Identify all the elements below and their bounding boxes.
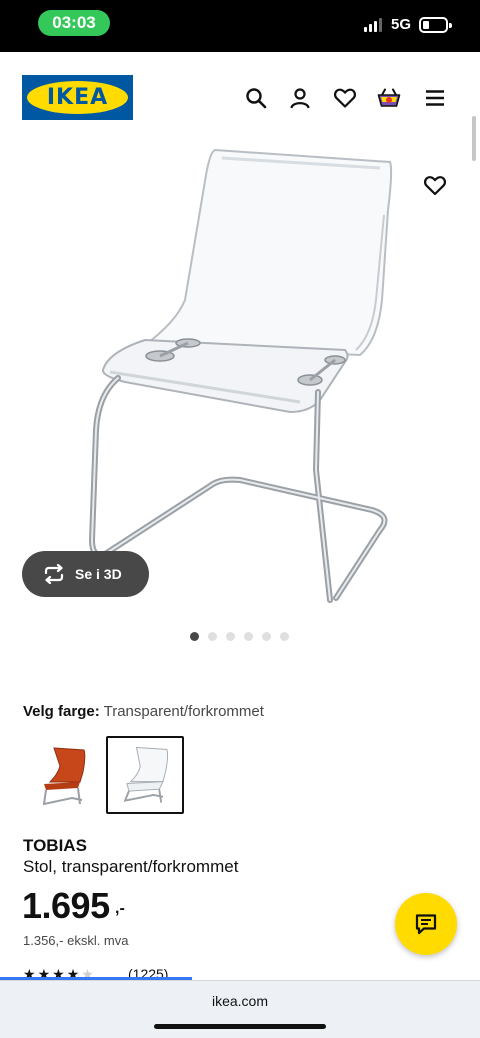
product-image[interactable] (0, 140, 470, 620)
pagination-dot[interactable] (244, 632, 253, 641)
price-suffix: ,- (115, 900, 125, 917)
rotate-3d-icon (44, 564, 64, 584)
chat-icon (415, 914, 437, 935)
signal-icon (364, 18, 384, 32)
product-name: TOBIAS (23, 836, 87, 855)
color-label: Velg farge: (23, 703, 100, 720)
pagination-dot[interactable] (208, 632, 217, 641)
product-price: 1.695 (22, 885, 110, 926)
battery-icon (419, 17, 452, 33)
wishlist-heart-icon[interactable] (423, 174, 447, 196)
pagination-dot[interactable] (226, 632, 235, 641)
status-bar: 03:03 5G (0, 0, 480, 52)
color-picker-label: Velg farge: Transparent/forkrommet (23, 703, 264, 720)
color-swatch-transparent[interactable] (106, 736, 184, 814)
basket-icon[interactable] (377, 86, 401, 110)
ikea-logo[interactable]: IKEA (22, 75, 133, 120)
menu-icon[interactable] (423, 86, 447, 110)
image-pagination (190, 632, 290, 642)
pagination-dot[interactable] (262, 632, 271, 641)
home-indicator[interactable] (154, 1024, 326, 1029)
color-swatch-orange[interactable] (28, 736, 106, 814)
status-time: 03:03 (38, 10, 110, 36)
url-text[interactable]: ikea.com (0, 993, 480, 1009)
view-3d-label: Se i 3D (75, 566, 122, 582)
logo-text: IKEA (46, 85, 109, 110)
browser-address-bar[interactable]: ikea.com (0, 980, 480, 1038)
pagination-dot[interactable] (190, 632, 199, 641)
page-scrollbar[interactable] (472, 116, 476, 161)
search-icon[interactable] (244, 86, 268, 110)
color-value: Transparent/forkrommet (103, 703, 264, 720)
pagination-dot[interactable] (280, 632, 289, 641)
price-excl-vat: 1.356,- ekskl. mva (23, 933, 129, 948)
network-label: 5G (391, 16, 412, 33)
view-3d-button[interactable]: Se i 3D (22, 551, 149, 597)
product-description: Stol, transparent/forkrommet (23, 857, 239, 876)
chat-button[interactable] (395, 893, 457, 955)
account-icon[interactable] (288, 86, 312, 110)
heart-icon[interactable] (333, 86, 357, 110)
